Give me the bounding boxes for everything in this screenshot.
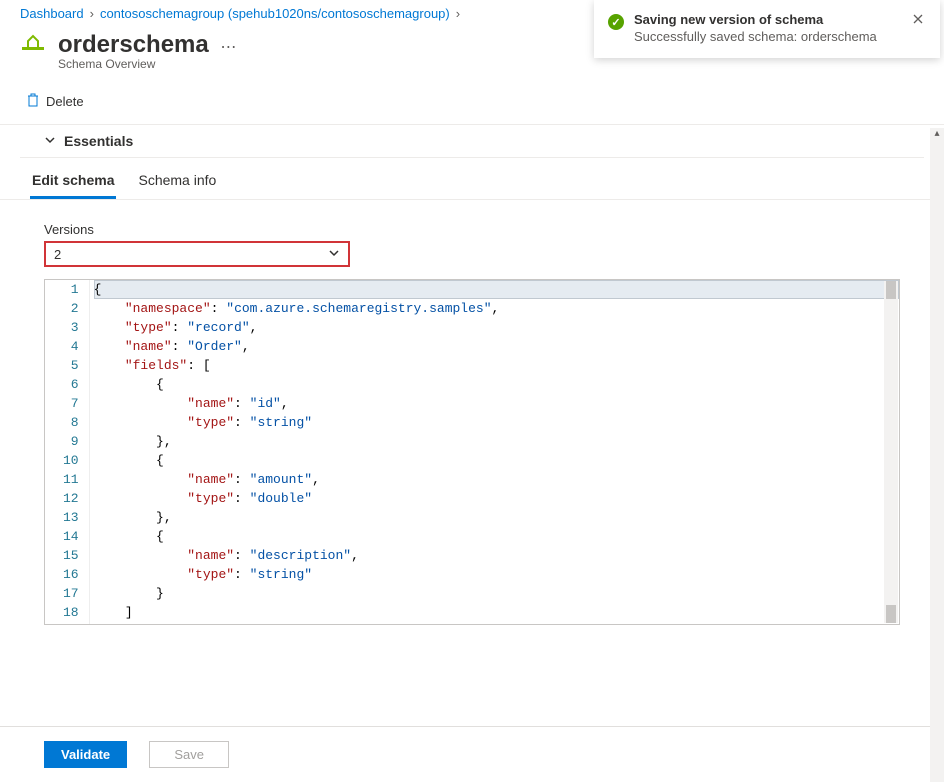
code-line[interactable]: "name": "id", [94, 394, 899, 413]
action-bar: Validate Save [0, 726, 944, 768]
essentials-label: Essentials [64, 133, 133, 149]
line-number: 4 [63, 337, 79, 356]
line-number: 7 [63, 394, 79, 413]
line-number: 12 [63, 489, 79, 508]
code-line[interactable]: "name": "Order", [94, 337, 899, 356]
line-number: 10 [63, 451, 79, 470]
toast-message: Successfully saved schema: orderschema [634, 29, 900, 44]
line-number: 18 [63, 603, 79, 622]
page-subtitle: Schema Overview [0, 57, 944, 71]
schema-icon [20, 32, 46, 58]
chevron-right-icon: › [456, 6, 460, 21]
code-line[interactable]: "name": "description", [94, 546, 899, 565]
breadcrumb-schemagroup[interactable]: contososchemagroup (spehub1020ns/contoso… [100, 6, 450, 21]
line-number: 2 [63, 299, 79, 318]
toast-notification: ✓ Saving new version of schema Successfu… [594, 0, 940, 58]
schema-editor[interactable]: 123456789101112131415161718 { "namespace… [44, 279, 900, 625]
scrollbar-thumb[interactable] [886, 281, 896, 299]
code-line[interactable]: { [94, 527, 899, 546]
line-number: 16 [63, 565, 79, 584]
code-line[interactable]: "namespace": "com.azure.schemaregistry.s… [94, 299, 899, 318]
editor-scrollbar-vertical[interactable] [884, 281, 898, 623]
editor-code[interactable]: { "namespace": "com.azure.schemaregistry… [90, 280, 899, 624]
code-line[interactable]: "type": "double" [94, 489, 899, 508]
toast-title: Saving new version of schema [634, 12, 900, 27]
breadcrumb-dashboard[interactable]: Dashboard [20, 6, 84, 21]
editor-pane: Versions 2 123456789101112131415161718 {… [0, 200, 944, 625]
code-line[interactable]: { [94, 451, 899, 470]
success-icon: ✓ [608, 14, 624, 30]
save-button: Save [149, 741, 229, 768]
line-number: 17 [63, 584, 79, 603]
toast-close-button[interactable] [910, 12, 926, 28]
versions-selected-value: 2 [54, 247, 61, 262]
page-scrollbar[interactable]: ▴ [930, 128, 944, 782]
line-number: 15 [63, 546, 79, 565]
code-line[interactable]: }, [94, 432, 899, 451]
validate-button[interactable]: Validate [44, 741, 127, 768]
code-line[interactable]: { [94, 375, 899, 394]
line-number: 6 [63, 375, 79, 394]
line-number: 9 [63, 432, 79, 451]
versions-label: Versions [44, 222, 900, 237]
scroll-up-arrow[interactable]: ▴ [930, 128, 944, 142]
chevron-down-icon [44, 133, 56, 149]
chevron-right-icon: › [90, 6, 94, 21]
editor-gutter: 123456789101112131415161718 [45, 280, 90, 624]
line-number: 13 [63, 508, 79, 527]
essentials-toggle[interactable]: Essentials [20, 125, 924, 158]
more-options-button[interactable]: ⋯ [220, 37, 238, 57]
line-number: 14 [63, 527, 79, 546]
line-number: 11 [63, 470, 79, 489]
code-line[interactable]: "type": "record", [94, 318, 899, 337]
tab-edit-schema[interactable]: Edit schema [30, 162, 116, 199]
page-title: orderschema [58, 31, 209, 59]
tab-bar: Edit schema Schema info [0, 162, 944, 200]
code-line[interactable]: { [94, 280, 899, 299]
code-line[interactable]: }, [94, 508, 899, 527]
code-line[interactable]: "type": "string" [94, 413, 899, 432]
delete-icon [26, 93, 40, 110]
delete-button[interactable]: Delete [20, 89, 90, 114]
code-line[interactable]: "type": "string" [94, 565, 899, 584]
scrollbar-thumb[interactable] [886, 605, 896, 623]
command-bar: Delete [0, 79, 944, 125]
tab-schema-info[interactable]: Schema info [136, 162, 218, 199]
line-number: 8 [63, 413, 79, 432]
code-line[interactable]: "fields": [ [94, 356, 899, 375]
line-number: 5 [63, 356, 79, 375]
code-line[interactable]: "name": "amount", [94, 470, 899, 489]
code-line[interactable]: ] [94, 603, 899, 622]
delete-label: Delete [46, 94, 84, 109]
line-number: 1 [63, 280, 79, 299]
code-line[interactable]: } [94, 584, 899, 603]
chevron-down-icon [328, 246, 340, 262]
versions-dropdown[interactable]: 2 [44, 241, 350, 267]
line-number: 3 [63, 318, 79, 337]
